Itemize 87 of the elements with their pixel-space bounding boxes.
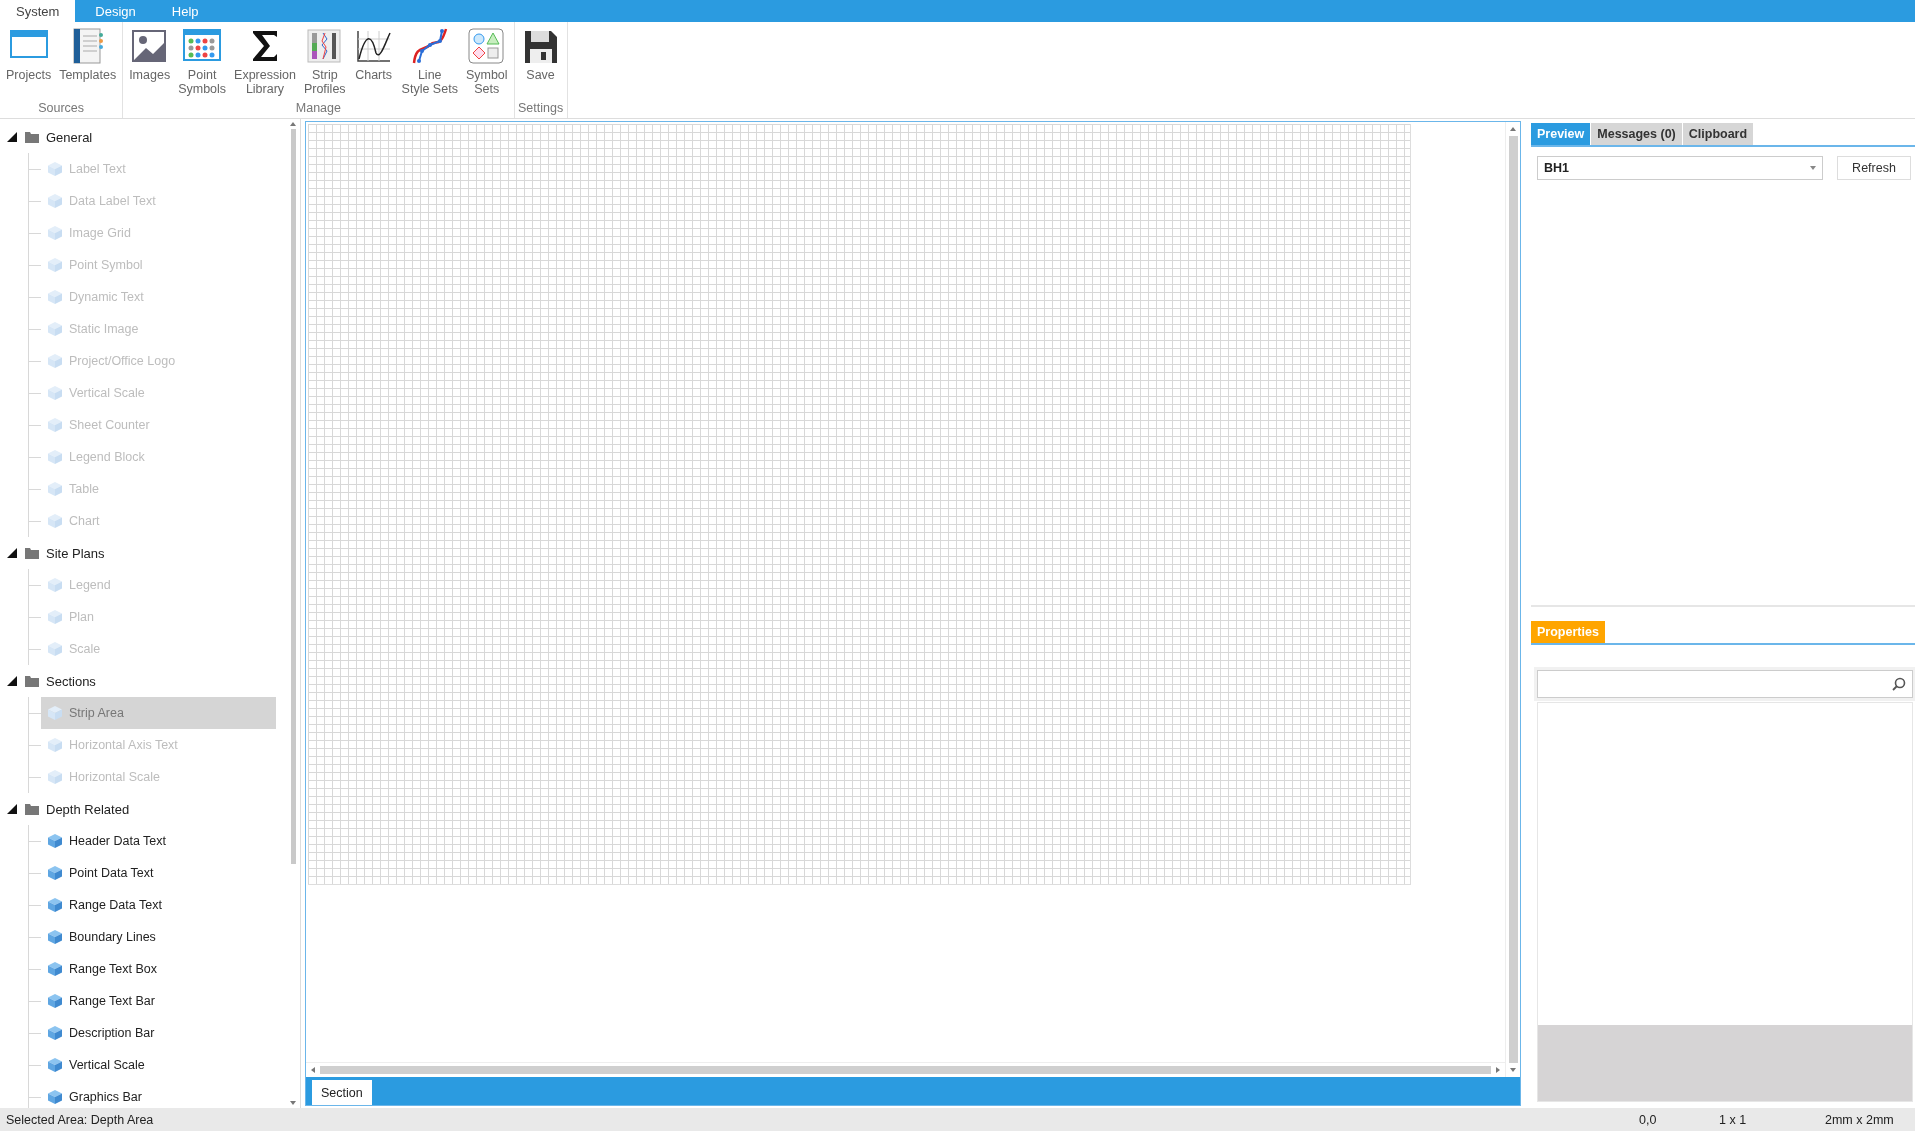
cube-icon [47, 289, 63, 305]
grid-size: 2mm x 2mm [1825, 1112, 1895, 1127]
tree-folder-label[interactable]: Sections [46, 673, 96, 689]
cube-icon [47, 385, 63, 401]
cube-icon [47, 641, 63, 657]
cube-icon [47, 609, 63, 625]
cube-icon [47, 1025, 63, 1041]
status-message: Selected Area: Depth Area [6, 1112, 155, 1127]
expanded-arrow-icon[interactable] [6, 803, 18, 815]
canvas-tab[interactable]: Section [312, 1080, 372, 1105]
cube-icon [47, 737, 63, 753]
folder-icon [24, 801, 40, 817]
ribbon-button[interactable]: Line Style Sets [397, 27, 462, 97]
expanded-arrow-icon[interactable] [6, 547, 18, 559]
tree-item[interactable]: Range Text Bar [41, 985, 276, 1017]
tree-item[interactable]: Header Data Text [41, 825, 276, 857]
ribbon-button[interactable]: Save [516, 27, 565, 83]
cube-icon [47, 481, 63, 497]
cube-icon [47, 225, 63, 241]
tree-item[interactable]: Graphics Bar [41, 1081, 276, 1108]
cube-icon [47, 929, 63, 945]
tree-folder-label[interactable]: Depth Related [46, 801, 130, 817]
menu-tab[interactable]: Help [155, 0, 215, 22]
ribbon-group-title: Sources [38, 101, 84, 117]
scroll-down-icon [1509, 1067, 1517, 1073]
ribbon-button[interactable]: Expression Library [230, 27, 300, 97]
vertical-scrollbar[interactable] [1505, 122, 1520, 1077]
cube-icon [47, 1057, 63, 1073]
cube-icon [47, 193, 63, 209]
ribbon-button[interactable]: Strip Profiles [299, 27, 350, 97]
folder-icon [24, 673, 40, 689]
tree-folder-label[interactable]: Site Plans [46, 545, 105, 561]
ribbon-group-title: Settings [518, 101, 564, 117]
menu-tab[interactable]: Design [79, 0, 152, 22]
scroll-down-icon [289, 1100, 297, 1106]
panel-tab[interactable]: Clipboard [1682, 123, 1754, 145]
cursor-position: 0,0 [1639, 1112, 1658, 1127]
refresh-button[interactable]: Refresh [1837, 156, 1911, 180]
cube-icon [47, 897, 63, 913]
cube-icon [47, 833, 63, 849]
scroll-right-icon [1495, 1066, 1501, 1074]
cube-icon [47, 705, 63, 721]
tree-item[interactable]: Point Data Text [41, 857, 276, 889]
cube-icon [47, 353, 63, 369]
shapes-icon [466, 27, 507, 65]
cube-icon [47, 577, 63, 593]
borehole-dropdown[interactable]: BH1 [1537, 156, 1823, 180]
ribbon-group-title: Manage [295, 101, 341, 117]
scroll-left-icon [310, 1066, 316, 1074]
tree-item[interactable]: Range Data Text [41, 889, 276, 921]
cube-icon [47, 161, 63, 177]
cube-icon [47, 321, 63, 337]
cube-icon [47, 961, 63, 977]
horizontal-scrollbar[interactable] [306, 1062, 1505, 1077]
scroll-up-icon [289, 121, 297, 127]
cube-icon [47, 865, 63, 881]
expanded-arrow-icon[interactable] [6, 131, 18, 143]
zoom-level: 1 x 1 [1719, 1112, 1748, 1127]
cube-icon [47, 257, 63, 273]
cube-icon [47, 449, 63, 465]
tree-item[interactable]: Boundary Lines [41, 921, 276, 953]
menu-tab[interactable]: System [0, 0, 76, 22]
ribbon-button[interactable]: Images [125, 27, 175, 83]
cube-icon [47, 513, 63, 529]
search-icon [1892, 677, 1906, 691]
dropdown-arrow-icon [1810, 166, 1816, 170]
tree-item[interactable]: Vertical Scale [41, 1049, 276, 1081]
cube-icon [47, 417, 63, 433]
panel-tab[interactable]: Messages (0) [1591, 123, 1682, 145]
drawing-grid[interactable] [308, 124, 1411, 885]
cube-icon [47, 1089, 63, 1105]
cube-icon [47, 769, 63, 785]
ribbon-button[interactable]: Templates [55, 27, 121, 83]
ribbon-button[interactable]: Point Symbols [174, 27, 231, 97]
tree-item[interactable]: Description Bar [41, 1017, 276, 1049]
expanded-arrow-icon[interactable] [6, 675, 18, 687]
cube-icon [47, 993, 63, 1009]
ribbon-button[interactable]: Charts [349, 27, 398, 83]
folder-icon [24, 129, 40, 145]
folder-icon [24, 545, 40, 561]
tree-folder-label[interactable]: General [46, 129, 93, 145]
property-search-field[interactable] [1537, 670, 1913, 698]
scroll-up-icon [1509, 126, 1517, 132]
tree-item[interactable]: Range Text Box [41, 953, 276, 985]
ribbon-button[interactable]: Symbol Sets [461, 27, 512, 97]
ribbon-button[interactable]: Projects [2, 27, 56, 83]
panel-tab[interactable]: Preview [1531, 123, 1591, 145]
